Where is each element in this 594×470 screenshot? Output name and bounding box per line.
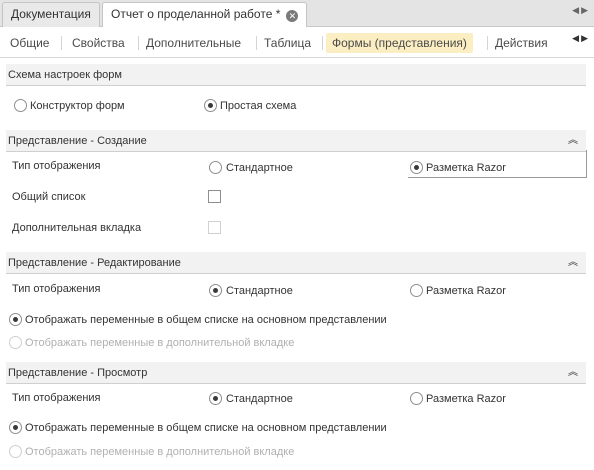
collapse-icon[interactable]: ︽ — [568, 252, 578, 274]
view-vars-extra-radio[interactable] — [9, 445, 22, 458]
tab-divider — [487, 36, 488, 50]
edit-vars-common-label[interactable]: Отображать переменные в общем списке на … — [25, 314, 387, 326]
tab-additional[interactable]: Дополнительные — [140, 33, 247, 53]
edit-vars-common-radio[interactable] — [9, 313, 22, 326]
create-razor-label[interactable]: Разметка Razor — [426, 162, 506, 174]
edit-section-header[interactable]: Представление - Редактирование ︽ — [6, 252, 586, 274]
group-title: Представление - Создание — [8, 135, 147, 147]
display-type-label: Тип отображения — [12, 160, 101, 172]
close-icon[interactable]: ✕ — [286, 10, 299, 22]
doc-tab-label: Отчет о проделанной работе * — [111, 7, 281, 21]
common-list-label: Общий список — [12, 191, 86, 203]
constructor-label[interactable]: Конструктор форм — [30, 100, 125, 112]
edit-vars-extra-label: Отображать переменные в дополнительной в… — [25, 337, 295, 349]
view-vars-common-label[interactable]: Отображать переменные в общем списке на … — [25, 422, 387, 434]
tab-scroll-arrows-icon[interactable]: ◀▶ — [572, 33, 590, 44]
simple-schema-label[interactable]: Простая схема — [220, 100, 296, 112]
view-razor-label[interactable]: Разметка Razor — [426, 393, 506, 405]
view-section-header[interactable]: Представление - Просмотр ︽ — [6, 362, 586, 384]
tab-divider — [138, 36, 139, 50]
collapse-icon[interactable]: ︽ — [568, 130, 578, 152]
view-standard-label[interactable]: Стандартное — [226, 393, 293, 405]
collapse-icon[interactable]: ︽ — [568, 362, 578, 384]
tab-divider — [256, 36, 257, 50]
simple-schema-radio[interactable] — [204, 99, 217, 112]
tab-properties[interactable]: Свойства — [66, 33, 131, 53]
schema-settings-header: Схема настроек форм — [6, 64, 586, 86]
focus-rightline — [586, 150, 587, 178]
tab-scroll-arrows-icon[interactable]: ◀▶ — [572, 5, 590, 16]
display-type-label: Тип отображения — [12, 283, 101, 295]
focus-underline — [408, 177, 586, 178]
view-vars-common-radio[interactable] — [9, 421, 22, 434]
create-razor-radio[interactable] — [410, 161, 423, 174]
group-title: Представление - Редактирование — [8, 257, 181, 269]
tab-forms[interactable]: Формы (представления) — [326, 33, 473, 53]
constructor-radio[interactable] — [14, 99, 27, 112]
doc-tab-documentation[interactable]: Документация — [2, 2, 100, 27]
section-tab-bar: Общие Свойства Дополнительные Таблица Фо… — [0, 27, 594, 58]
display-type-label: Тип отображения — [12, 392, 101, 404]
edit-razor-label[interactable]: Разметка Razor — [426, 285, 506, 297]
create-standard-radio[interactable] — [209, 161, 222, 174]
tab-general[interactable]: Общие — [4, 33, 55, 53]
group-title: Схема настроек форм — [8, 69, 122, 81]
extra-tab-label: Дополнительная вкладка — [12, 222, 142, 234]
extra-tab-checkbox[interactable] — [208, 221, 221, 234]
view-standard-radio[interactable] — [209, 392, 222, 405]
tab-divider — [61, 36, 62, 50]
view-vars-extra-label: Отображать переменные в дополнительной в… — [25, 446, 295, 458]
doc-tab-label: Документация — [11, 7, 91, 21]
create-section-header[interactable]: Представление - Создание ︽ — [6, 130, 586, 152]
create-standard-label[interactable]: Стандартное — [226, 162, 293, 174]
tab-table[interactable]: Таблица — [258, 33, 317, 53]
doc-tab-report[interactable]: Отчет о проделанной работе * ✕ — [102, 2, 308, 28]
group-title: Представление - Просмотр — [8, 367, 148, 379]
edit-standard-radio[interactable] — [209, 284, 222, 297]
edit-razor-radio[interactable] — [410, 284, 423, 297]
edit-standard-label[interactable]: Стандартное — [226, 285, 293, 297]
tab-divider — [322, 36, 323, 50]
tab-actions[interactable]: Действия — [489, 33, 554, 53]
common-list-checkbox[interactable] — [208, 190, 221, 203]
document-tab-bar: Документация Отчет о проделанной работе … — [0, 0, 594, 28]
view-razor-radio[interactable] — [410, 392, 423, 405]
edit-vars-extra-radio[interactable] — [9, 336, 22, 349]
